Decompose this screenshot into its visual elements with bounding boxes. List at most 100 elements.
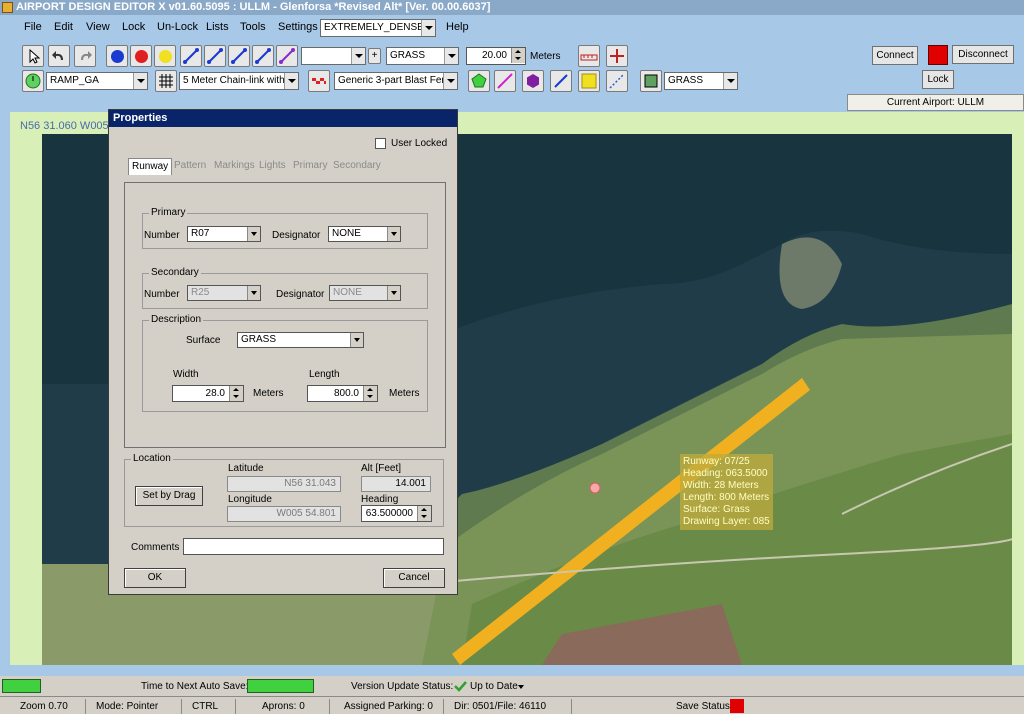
blue-marker-tool[interactable] xyxy=(106,45,128,67)
width-unit-label: Meters xyxy=(253,388,284,399)
taxiway-name-select[interactable] xyxy=(301,47,366,65)
runway-info-tooltip: Runway: 07/25 Heading: 063.5000 Width: 2… xyxy=(680,454,773,530)
set-by-drag-button[interactable]: Set by Drag xyxy=(135,486,203,506)
line-tool-button[interactable] xyxy=(494,70,516,92)
length-unit-label: Meters xyxy=(389,388,420,399)
primary-number-select[interactable]: R07 xyxy=(187,226,261,242)
blast-fence-select[interactable]: Generic 3-part Blast Fence xyxy=(334,72,458,90)
secondary-designator-label: Designator xyxy=(276,289,325,300)
chevron-down-icon xyxy=(444,48,458,64)
redo-button[interactable] xyxy=(74,45,96,67)
heading-stepper[interactable]: 63.500000 xyxy=(361,505,432,522)
tab-markings[interactable]: Markings xyxy=(211,158,258,175)
ruler-icon xyxy=(580,54,598,61)
autosave-progress-bar xyxy=(247,679,314,693)
grid-icon xyxy=(159,74,173,88)
measure-tool-button[interactable] xyxy=(578,45,600,67)
taxi-c-tool[interactable] xyxy=(252,45,274,67)
checkmark-icon xyxy=(454,681,467,692)
apron-surface-value: GRASS xyxy=(668,75,704,86)
ok-button[interactable]: OK xyxy=(124,568,186,588)
redo-icon xyxy=(81,51,92,60)
chevron-down-icon xyxy=(387,227,400,241)
dashed-line-tool-button[interactable] xyxy=(606,70,628,92)
width-stepper[interactable]: 20.00 xyxy=(466,47,526,65)
properties-dialog: Properties User Locked Runway Pattern Ma… xyxy=(108,109,458,595)
apron-surface-select[interactable]: GRASS xyxy=(664,72,738,90)
tab-primary[interactable]: Primary xyxy=(290,158,330,175)
runway-tab-panel: Primary Number R07 Designator NONE Secon… xyxy=(124,182,446,448)
node-line-v-icon xyxy=(279,48,295,64)
user-locked-checkbox[interactable] xyxy=(375,138,386,149)
square-tool-button[interactable] xyxy=(578,70,600,92)
runway-surface-value: GRASS xyxy=(241,334,277,345)
density-select[interactable]: EXTREMELY_DENSE xyxy=(320,19,436,37)
crosshair-icon xyxy=(610,49,624,63)
red-marker-tool[interactable] xyxy=(130,45,152,67)
width-label: Width xyxy=(173,369,199,380)
secondary-number-label: Number xyxy=(144,289,180,300)
chevron-down-icon xyxy=(284,73,298,89)
lock-button[interactable]: Lock xyxy=(922,70,954,89)
taxi-node-tool[interactable] xyxy=(180,45,202,67)
spin-arrows-icon xyxy=(511,48,525,63)
clock-icon xyxy=(25,73,41,89)
chevron-down-icon xyxy=(723,73,737,89)
spin-arrows-icon xyxy=(363,386,377,401)
pointer-tool-button[interactable] xyxy=(22,45,44,67)
primary-designator-select[interactable]: NONE xyxy=(328,226,401,242)
ramp-tool-button[interactable] xyxy=(22,70,44,92)
tab-pattern[interactable]: Pattern xyxy=(171,158,209,175)
fence-select[interactable]: 5 Meter Chain-link with bent xyxy=(179,72,299,90)
tab-runway[interactable]: Runway xyxy=(128,158,173,175)
disconnect-button[interactable]: Disconnect xyxy=(952,45,1014,64)
menu-view[interactable]: View xyxy=(86,21,110,33)
object-tool-button[interactable] xyxy=(522,70,544,92)
taxi-a-tool[interactable] xyxy=(204,45,226,67)
secondary-group: Secondary Number R25 Designator NONE xyxy=(142,267,428,309)
longitude-field: W005 54.801 xyxy=(227,506,341,522)
version-status-value[interactable]: Up to Date xyxy=(470,681,518,692)
fence-tool-button[interactable] xyxy=(155,70,177,92)
menu-unlock[interactable]: Un-Lock xyxy=(157,21,198,33)
add-button[interactable]: + xyxy=(368,48,381,64)
runway-length-value: 800.0 xyxy=(333,388,359,399)
location-group: Location Set by Drag Latitude N56 31.043… xyxy=(124,453,444,527)
save-status-indicator xyxy=(730,699,744,713)
apron-tool-button[interactable] xyxy=(640,70,662,92)
cancel-button[interactable]: Cancel xyxy=(383,568,445,588)
sign-tool-button[interactable] xyxy=(550,70,572,92)
tab-lights[interactable]: Lights xyxy=(256,158,289,175)
comments-input[interactable] xyxy=(183,538,444,555)
blast-fence-tool-button[interactable] xyxy=(308,70,330,92)
taxi-r-tool[interactable] xyxy=(228,45,250,67)
apron-icon xyxy=(644,74,658,88)
width-unit-label: Meters xyxy=(530,51,561,62)
menu-settings[interactable]: Settings xyxy=(278,21,318,33)
connect-button[interactable]: Connect xyxy=(872,46,918,65)
crosshair-tool-button[interactable] xyxy=(606,45,628,67)
runway-length-stepper[interactable]: 800.0 xyxy=(307,385,378,402)
taxi-v-tool[interactable] xyxy=(276,45,298,67)
polygon-tool-button[interactable] xyxy=(468,70,490,92)
yellow-marker-tool[interactable] xyxy=(154,45,176,67)
menu-tools[interactable]: Tools xyxy=(240,21,266,33)
ramp-value: RAMP_GA xyxy=(50,75,99,86)
undo-button[interactable] xyxy=(48,45,70,67)
primary-number-value: R07 xyxy=(191,228,210,239)
runway-surface-select[interactable]: GRASS xyxy=(237,332,364,348)
menu-edit[interactable]: Edit xyxy=(54,21,73,33)
menu-help[interactable]: Help xyxy=(446,21,469,33)
yellow-dot-icon xyxy=(159,50,172,63)
runway-width-stepper[interactable]: 28.0 xyxy=(172,385,244,402)
surface-select[interactable]: GRASS xyxy=(386,47,459,65)
tab-secondary[interactable]: Secondary xyxy=(330,158,384,175)
pointer-icon xyxy=(29,48,41,64)
menu-file[interactable]: File xyxy=(24,21,42,33)
menu-lists[interactable]: Lists xyxy=(206,21,229,33)
chevron-down-icon xyxy=(443,73,457,89)
menu-lock[interactable]: Lock xyxy=(122,21,145,33)
hexagon-icon xyxy=(527,74,539,88)
chevron-down-icon xyxy=(247,227,260,241)
ramp-select[interactable]: RAMP_GA xyxy=(46,72,148,90)
